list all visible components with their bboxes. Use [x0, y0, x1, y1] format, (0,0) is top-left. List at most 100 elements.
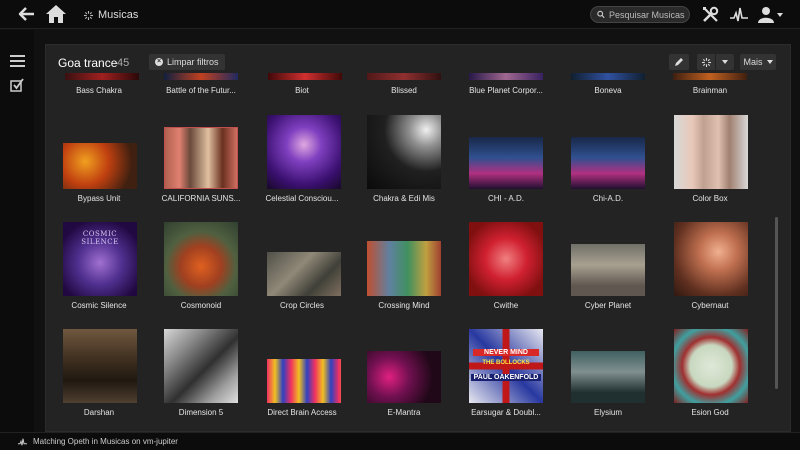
album-item[interactable]: Chakra & Edi Mis — [354, 113, 454, 205]
album-title: Crossing Mind — [378, 301, 430, 310]
scrollbar-thumb[interactable] — [775, 217, 778, 389]
cover-text: NEVER MIND — [473, 349, 539, 356]
album-title: Cosmonoid — [180, 301, 222, 310]
album-cover — [571, 137, 645, 189]
album-cover — [268, 73, 342, 80]
album-item[interactable]: Dimension 5 — [151, 327, 251, 419]
chevron-down-icon — [715, 54, 733, 70]
hamburger-menu-icon[interactable] — [10, 54, 25, 67]
album-title: Blissed — [391, 86, 417, 95]
album-cover — [164, 222, 238, 296]
album-cover: NEVER MIND THE BOLLOCKS PAUL OAKENFOLD — [469, 329, 543, 403]
album-item[interactable]: Cybernaut — [660, 220, 760, 312]
clear-filters-button[interactable]: × Limpar filtros — [149, 54, 225, 70]
breadcrumb[interactable]: Musicas — [84, 7, 138, 23]
album-cover — [267, 359, 341, 403]
album-item[interactable]: NEVER MIND THE BOLLOCKS PAUL OAKENFOLD E… — [456, 327, 556, 419]
top-bar: Musicas — [0, 0, 800, 29]
home-icon[interactable] — [45, 4, 67, 24]
activity-pulse-icon — [18, 438, 27, 445]
cover-text: COSMIC SILENCE — [81, 230, 119, 246]
pencil-icon — [675, 58, 683, 66]
album-title: Celestial Consciou... — [265, 194, 339, 203]
album-cover — [571, 244, 645, 296]
album-cover — [367, 351, 441, 403]
album-title: Dimension 5 — [178, 408, 224, 417]
album-cover — [674, 115, 748, 189]
user-icon — [758, 7, 774, 23]
loading-spinner-icon — [84, 10, 93, 20]
album-title: Cybernaut — [691, 301, 729, 310]
album-item[interactable]: Celestial Consciou... — [252, 113, 352, 205]
album-cover — [164, 127, 238, 189]
album-item[interactable]: Cyber Planet — [558, 220, 658, 312]
view-options-button[interactable] — [697, 54, 734, 70]
album-item[interactable]: Darshan — [49, 327, 149, 419]
user-menu[interactable] — [758, 5, 784, 24]
more-button[interactable]: Mais — [740, 54, 776, 70]
album-cover — [469, 137, 543, 189]
album-cover — [367, 73, 441, 80]
album-title: Esion God — [691, 408, 729, 417]
clear-icon: × — [155, 58, 163, 66]
album-title: Earsugar & Doubl... — [471, 408, 541, 417]
album-title: Cosmic Silence — [71, 301, 127, 310]
cover-text: THE BOLLOCKS — [482, 360, 530, 366]
album-item[interactable]: Boneva — [558, 73, 658, 99]
album-cover — [63, 143, 137, 189]
album-item[interactable]: Brainman — [660, 73, 760, 99]
album-title: CALIFORNIA SUNS... — [161, 194, 241, 203]
album-item[interactable]: Bypass Unit — [49, 113, 149, 205]
album-item[interactable]: Elysium — [558, 327, 658, 419]
album-item[interactable]: Esion God — [660, 327, 760, 419]
album-item[interactable]: Cosmonoid — [151, 220, 251, 312]
album-cover — [674, 222, 748, 296]
album-item[interactable]: Blissed — [354, 73, 454, 99]
tools-icon[interactable] — [702, 6, 719, 23]
album-cover — [65, 73, 139, 80]
album-cover — [267, 115, 341, 189]
album-item[interactable]: Cwithe — [456, 220, 556, 312]
album-item[interactable]: Blue Planet Corpor... — [456, 73, 556, 99]
checkbox-select-icon[interactable] — [10, 78, 24, 92]
album-cover — [469, 73, 543, 80]
album-title: Blue Planet Corpor... — [469, 86, 543, 95]
album-title: Battle of the Futur... — [166, 86, 236, 95]
album-item[interactable]: Bass Chakra — [49, 73, 149, 99]
library-panel: Goa trance 45 × Limpar filtros Mais Bass… — [45, 44, 791, 432]
album-item[interactable]: CHI - A.D. — [456, 113, 556, 205]
album-item[interactable]: Direct Brain Access — [252, 327, 352, 419]
album-title: Darshan — [83, 408, 115, 417]
album-title: Biot — [295, 86, 309, 95]
album-item[interactable]: Crop Circles — [252, 220, 352, 312]
more-label: Mais — [743, 57, 763, 67]
album-item[interactable]: Crossing Mind — [354, 220, 454, 312]
clear-filters-label: Limpar filtros — [167, 57, 219, 67]
album-item[interactable]: Chi-A.D. — [558, 113, 658, 205]
album-item[interactable]: COSMIC SILENCE Cosmic Silence — [49, 220, 149, 312]
album-item[interactable]: E-Mantra — [354, 327, 454, 419]
status-text: Matching Opeth in Musicas on vm-jupiter — [33, 437, 178, 446]
album-item[interactable]: Biot — [252, 73, 352, 99]
album-cover — [674, 329, 748, 403]
album-cover — [164, 329, 238, 403]
album-cover — [164, 73, 238, 80]
search-box[interactable] — [590, 6, 690, 23]
album-item[interactable]: CALIFORNIA SUNS... — [151, 113, 251, 205]
chevron-down-icon — [766, 60, 773, 64]
album-cover — [571, 73, 645, 80]
left-sidebar — [0, 30, 34, 432]
edit-button[interactable] — [669, 54, 689, 70]
album-title: Cyber Planet — [584, 301, 632, 310]
album-item[interactable]: Battle of the Futur... — [151, 73, 251, 99]
item-count: 45 — [117, 57, 130, 69]
back-arrow-icon[interactable] — [18, 6, 36, 22]
cover-text: PAUL OAKENFOLD — [471, 374, 541, 381]
search-input[interactable] — [609, 9, 689, 20]
album-title: CHI - A.D. — [487, 194, 524, 203]
album-item[interactable]: Color Box — [660, 113, 760, 205]
status-bar: Matching Opeth in Musicas on vm-jupiter — [0, 432, 800, 450]
album-cover — [367, 241, 441, 296]
album-title: Chakra & Edi Mis — [373, 194, 435, 203]
activity-pulse-icon[interactable] — [730, 7, 748, 22]
